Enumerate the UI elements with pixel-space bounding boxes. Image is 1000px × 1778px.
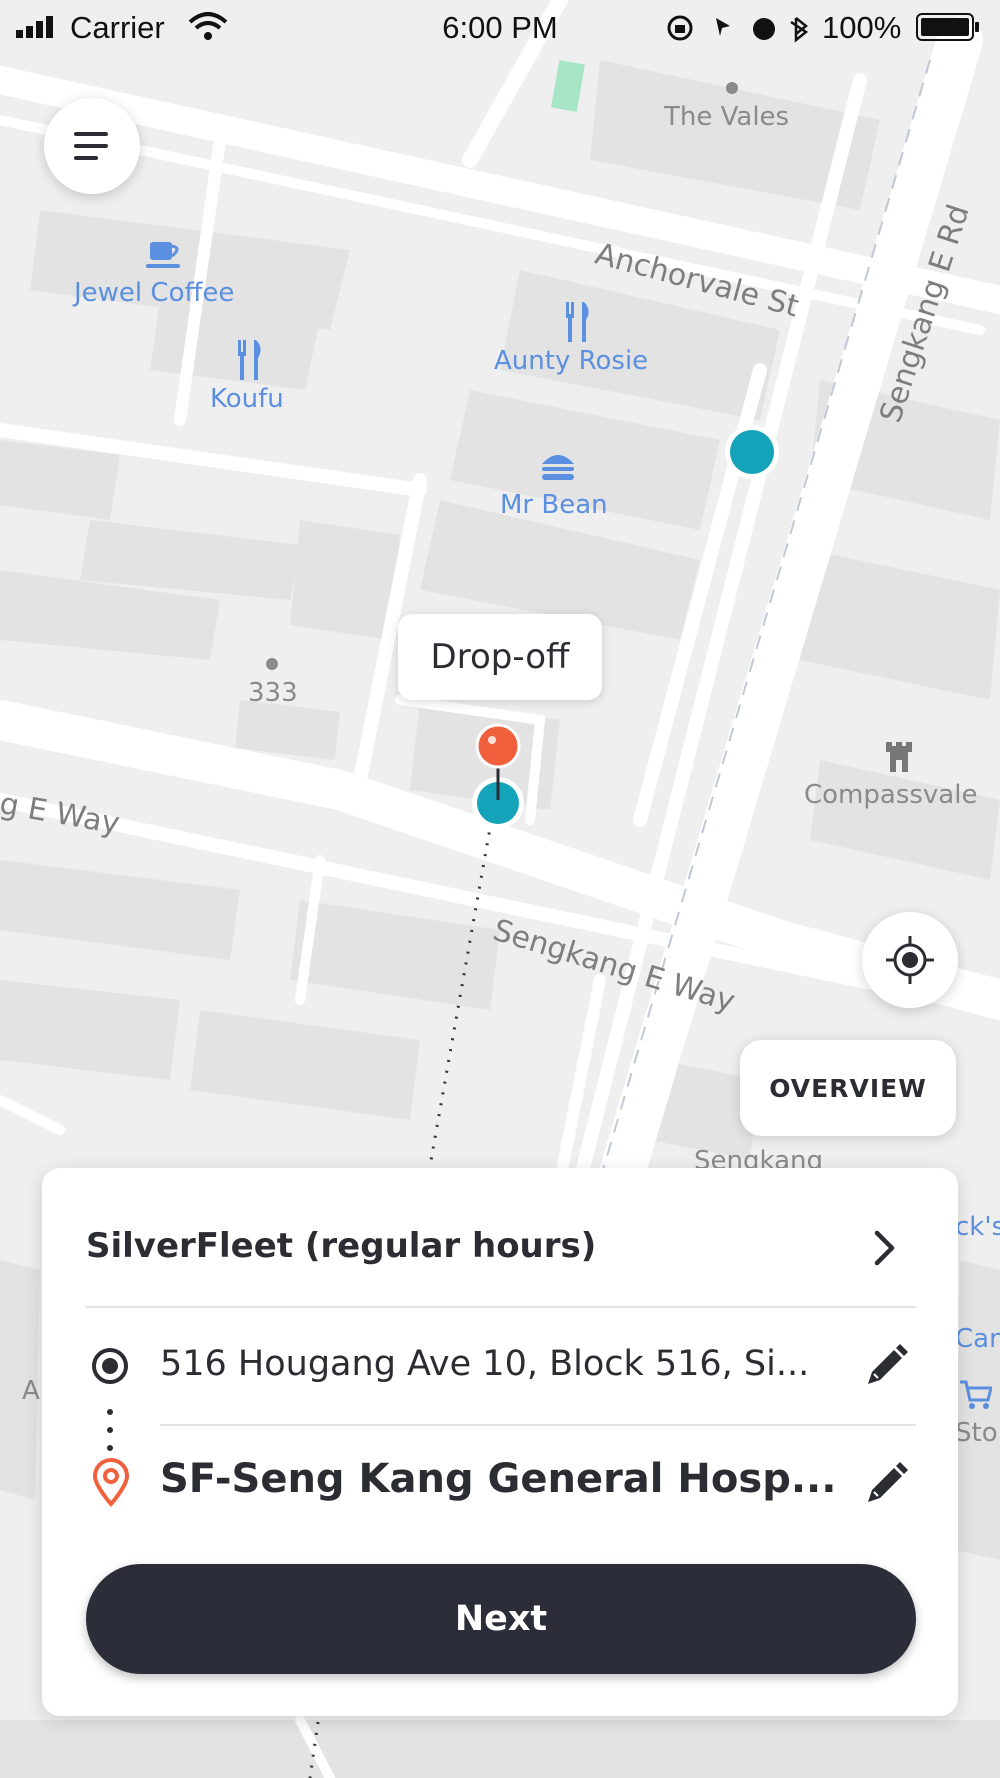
dropoff-row[interactable]: SF-Seng Kang General Hosp...	[42, 1426, 958, 1544]
locate-icon	[886, 936, 934, 984]
chevron-right-icon	[874, 1230, 895, 1266]
coffee-icon	[146, 242, 180, 268]
next-button[interactable]: Next	[86, 1564, 916, 1674]
dropoff-tooltip: Drop-off	[398, 614, 602, 700]
menu-icon	[74, 132, 108, 160]
poi-koufu: Koufu	[210, 384, 284, 414]
dropoff-pin-icon	[92, 1458, 130, 1508]
edit-pencil-icon[interactable]	[864, 1462, 908, 1506]
dropoff-address: SF-Seng Kang General Hosp...	[160, 1456, 837, 1502]
castle-icon	[886, 742, 912, 772]
poi-cks-partial: ck's	[955, 1212, 1000, 1242]
status-bar: Carrier 6:00 PM 100%	[0, 0, 1000, 56]
fork-knife-icon	[566, 302, 589, 342]
poi-jewel-coffee: Jewel Coffee	[74, 278, 235, 308]
poi-can-partial: Can	[955, 1324, 1000, 1354]
pickup-address: 516 Hougang Ave 10, Block 516, Si...	[160, 1344, 810, 1384]
locate-me-button[interactable]	[862, 912, 958, 1008]
poi-mr-bean: Mr Bean	[500, 490, 608, 520]
vehicle-location-dot	[730, 430, 774, 474]
cart-icon	[960, 1380, 992, 1409]
poi-a-partial: A	[22, 1376, 40, 1406]
poi-the-vales: The Vales	[664, 102, 790, 132]
poi-aunty-rosie: Aunty Rosie	[494, 346, 649, 376]
service-row[interactable]: SilverFleet (regular hours)	[42, 1168, 958, 1308]
poi-sto-partial: Sto	[955, 1418, 998, 1448]
fork-knife-icon	[238, 340, 261, 380]
dropoff-pin	[475, 723, 521, 769]
edit-pencil-icon[interactable]	[864, 1344, 908, 1388]
menu-button[interactable]	[44, 98, 140, 194]
battery-icon	[916, 13, 979, 41]
pickup-row[interactable]: 516 Hougang Ave 10, Block 516, Si...	[42, 1308, 958, 1426]
status-indicators-icon	[667, 15, 809, 43]
pickup-target-icon	[92, 1348, 128, 1384]
poi-compassvale: Compassvale	[804, 780, 978, 810]
burger-icon	[542, 455, 574, 480]
booking-card: SilverFleet (regular hours) 516 Hougang …	[42, 1168, 958, 1716]
overview-button[interactable]: OVERVIEW	[740, 1040, 956, 1136]
service-name: SilverFleet (regular hours)	[86, 1226, 597, 1266]
poi-block-333: 333	[248, 678, 298, 708]
battery-percent: 100%	[822, 10, 902, 45]
